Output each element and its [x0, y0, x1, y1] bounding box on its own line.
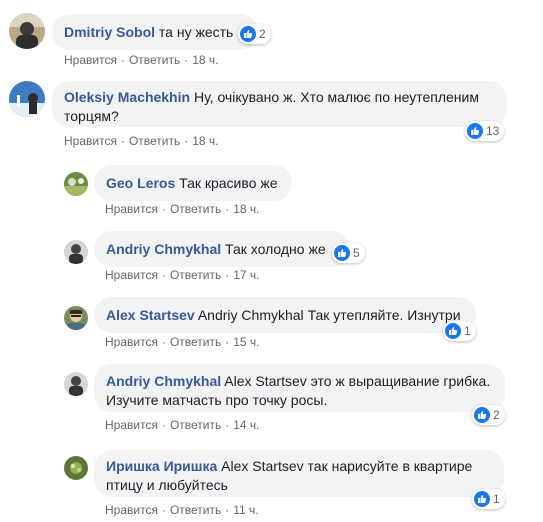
- thumbs-up-icon: [445, 323, 461, 339]
- reply-link[interactable]: Ответить: [129, 53, 180, 67]
- author-name[interactable]: Geo Leros: [106, 175, 175, 191]
- reply-link[interactable]: Ответить: [170, 503, 221, 517]
- mention[interactable]: Alex Startsev: [224, 373, 306, 389]
- author-name[interactable]: Andriy Chmykhal: [106, 241, 221, 257]
- mention[interactable]: Andriy Chmykhal: [198, 307, 304, 323]
- timestamp[interactable]: 14 ч.: [233, 418, 259, 432]
- reply-link[interactable]: Ответить: [170, 335, 221, 349]
- reply-link[interactable]: Ответить: [170, 268, 221, 282]
- comment-actions: Нравится · Ответить · 11 ч.: [105, 503, 259, 517]
- comment-text: Так утепляйте. Изнутри: [307, 307, 461, 323]
- reaction-count[interactable]: 5: [332, 243, 365, 263]
- comment-actions: Нравится · Ответить · 15 ч.: [105, 335, 260, 349]
- timestamp[interactable]: 18 ч.: [233, 202, 259, 216]
- author-name[interactable]: Andriy Chmykhal: [106, 373, 221, 389]
- like-link[interactable]: Нравится: [105, 335, 158, 349]
- like-link[interactable]: Нравится: [64, 53, 117, 67]
- avatar[interactable]: [64, 372, 88, 396]
- reaction-count[interactable]: 2: [238, 24, 271, 44]
- like-link[interactable]: Нравится: [105, 503, 158, 517]
- author-name[interactable]: Oleksiy Machekhin: [64, 89, 190, 105]
- avatar[interactable]: [9, 13, 45, 49]
- reply-link[interactable]: Ответить: [170, 202, 221, 216]
- comment-actions: Нравится · Ответить · 17 ч.: [105, 268, 260, 282]
- comment-actions: Нравится · Ответить · 14 ч.: [105, 418, 260, 432]
- like-link[interactable]: Нравится: [105, 418, 158, 432]
- thumbs-up-icon: [474, 491, 490, 507]
- comment-bubble: Dmitriy Sobol та ну жесть: [52, 14, 258, 50]
- comment-bubble: Alex Startsev Andriy Chmykhal Так утепля…: [94, 297, 476, 333]
- comment-bubble: Andriy Chmykhal Так холодно же: [94, 231, 350, 267]
- thumbs-up-icon: [334, 245, 350, 261]
- thumbs-up-icon: [474, 407, 490, 423]
- reply-link[interactable]: Ответить: [129, 134, 180, 148]
- comment-text: Так красиво же: [179, 175, 278, 191]
- comment-bubble: Andriy Chmykhal Alex Startsev это ж выра…: [94, 364, 505, 412]
- reaction-number: 13: [486, 124, 500, 138]
- thumbs-up-icon: [467, 123, 483, 139]
- avatar[interactable]: [64, 306, 88, 330]
- author-name[interactable]: Alex Startsev: [106, 307, 195, 323]
- reaction-count[interactable]: 1: [472, 489, 505, 509]
- avatar[interactable]: [64, 172, 88, 196]
- comment-text: та ну жесть: [158, 24, 234, 40]
- comment-actions: Нравится · Ответить · 18 ч.: [64, 134, 219, 148]
- comment-bubble: Иришка Иришка Alex Startsev так нарисуйт…: [94, 450, 504, 497]
- reaction-number: 1: [464, 324, 471, 338]
- timestamp[interactable]: 11 ч.: [233, 503, 258, 517]
- reaction-count[interactable]: 1: [443, 321, 476, 341]
- comment-actions: Нравится · Ответить · 18 ч.: [64, 53, 219, 67]
- reaction-count[interactable]: 13: [465, 121, 505, 141]
- timestamp[interactable]: 17 ч.: [233, 268, 259, 282]
- like-link[interactable]: Нравится: [64, 134, 117, 148]
- comment-text: Так холодно же: [225, 241, 326, 257]
- mention[interactable]: Alex Startsev: [221, 458, 303, 474]
- comment-actions: Нравится · Ответить · 18 ч.: [105, 202, 260, 216]
- like-link[interactable]: Нравится: [105, 202, 158, 216]
- thumbs-up-icon: [240, 26, 256, 42]
- reaction-count[interactable]: 2: [472, 405, 505, 425]
- author-name[interactable]: Иришка Иришка: [106, 458, 217, 474]
- avatar[interactable]: [64, 240, 88, 264]
- avatar[interactable]: [64, 456, 88, 480]
- reaction-number: 2: [259, 27, 266, 41]
- timestamp[interactable]: 18 ч.: [192, 134, 218, 148]
- comment-bubble: Oleksiy Machekhin Ну, очікувано ж. Хто м…: [52, 81, 507, 127]
- comment-bubble: Geo Leros Так красиво же: [94, 165, 292, 201]
- author-name[interactable]: Dmitriy Sobol: [64, 24, 155, 40]
- timestamp[interactable]: 18 ч.: [192, 53, 218, 67]
- reaction-number: 5: [353, 246, 360, 260]
- like-link[interactable]: Нравится: [105, 268, 158, 282]
- avatar[interactable]: [9, 81, 45, 117]
- reaction-number: 1: [493, 492, 500, 506]
- reaction-number: 2: [493, 408, 500, 422]
- reply-link[interactable]: Ответить: [170, 418, 221, 432]
- timestamp[interactable]: 15 ч.: [233, 335, 259, 349]
